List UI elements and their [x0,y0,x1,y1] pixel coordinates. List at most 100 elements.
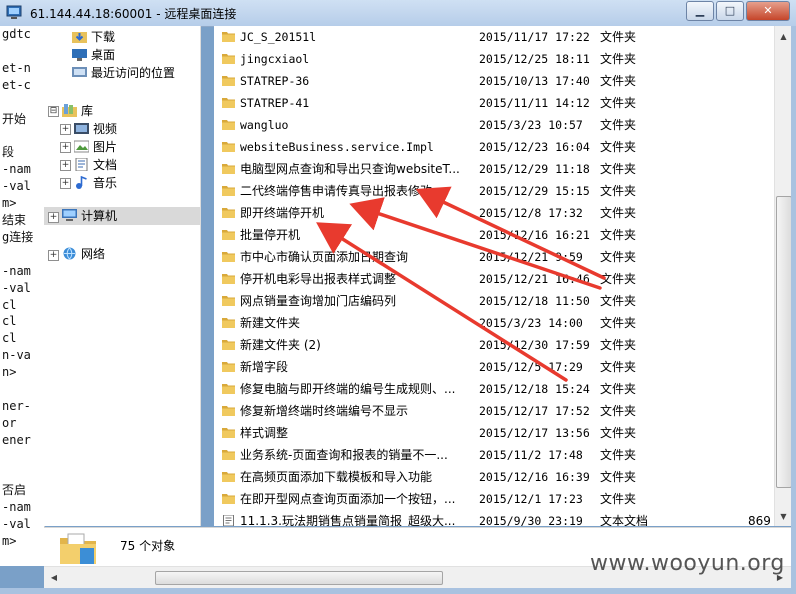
download-folder-icon [72,32,87,43]
file-row[interactable]: 新建文件夹 2015/3/23 14:00 文件夹 [214,312,774,334]
expand-videos-toggle[interactable]: + [60,124,71,135]
file-type: 文件夹 [600,448,637,462]
file-date: 2015/9/30 23:19 [479,514,583,526]
file-row[interactable]: 停开机电彩导出报表样式调整 2015/12/21 16:46 文件夹 [214,268,774,290]
scroll-left-arrow-icon[interactable]: ◀ [46,570,62,586]
file-type: 文件夹 [600,382,637,396]
file-row[interactable]: 市中心市确认页面添加日期查询 2015/12/21 9:59 文件夹 [214,246,774,268]
file-row[interactable]: 业务系统-页面查询和报表的销量不一... 2015/11/2 17:48 文件夹 [214,444,774,466]
expand-music-toggle[interactable]: + [60,178,71,189]
expand-pictures-toggle[interactable]: + [60,142,71,153]
scroll-down-arrow-icon[interactable]: ▼ [775,508,792,525]
file-row[interactable]: STATREP-41 2015/11/11 14:12 文件夹 [214,92,774,114]
file-row[interactable]: 电脑型网点查询和导出只查询websiteT... 2015/12/29 11:18… [214,158,774,180]
folder-icon [222,98,235,108]
file-type: 文件夹 [600,426,637,440]
folder-icon [222,494,235,504]
file-row[interactable]: 批量停开机 2015/12/16 16:21 文件夹 [214,224,774,246]
scroll-up-arrow-icon[interactable]: ▲ [775,28,792,45]
videos-icon [74,123,89,134]
expand-network-toggle[interactable]: + [48,250,59,261]
file-row[interactable]: websiteBusiness.service.Impl 2015/12/23 1… [214,136,774,158]
console-line: -nam [2,162,31,177]
file-row[interactable]: 二代终端停售申请传真导出报表修改 2015/12/29 15:15 文件夹 [214,180,774,202]
expand-documents-toggle[interactable]: + [60,160,71,171]
file-row[interactable]: JC_S_20151l 2015/11/17 17:22 文件夹 [214,26,774,48]
desktop-icon [72,49,87,61]
horizontal-scroll-thumb[interactable] [155,571,443,585]
file-size: 869 [748,514,771,526]
folder-icon [222,252,235,262]
folder-icon [222,340,235,350]
nav-item-computer[interactable]: 计算机 [62,207,117,225]
file-row[interactable]: 即开终端停开机 2015/12/8 17:32 文件夹 [214,202,774,224]
file-type: 文件夹 [600,118,637,132]
file-row[interactable]: wangluo 2015/3/23 10:57 文件夹 [214,114,774,136]
folder-icon [222,120,235,130]
nav-item-network[interactable]: 网络 [62,245,105,263]
vertical-scroll-thumb[interactable] [776,196,792,488]
console-line: m> [2,534,17,549]
vertical-scrollbar[interactable]: ▲ ▼ [774,26,792,526]
file-date: 2015/12/18 15:24 [479,382,590,396]
file-row[interactable]: 新建文件夹 (2) 2015/12/30 17:59 文件夹 [214,334,774,356]
file-date: 2015/12/16 16:39 [479,470,590,484]
file-row[interactable]: 修复新增终端时终端编号不显示 2015/12/17 17:52 文件夹 [214,400,774,422]
navigation-pane[interactable]: 下载 桌面 最近访问的位置 ⊟ 库 + 视频 + 图片 + 文档 + 音乐 + … [44,26,201,526]
folder-icon [222,472,235,482]
file-type: 文件夹 [600,272,637,286]
nav-item-music[interactable]: 音乐 [74,174,117,192]
file-row[interactable]: 样式调整 2015/12/17 13:56 文件夹 [214,422,774,444]
file-date: 2015/12/18 11:50 [479,294,590,308]
maximize-button[interactable]: □ [716,1,744,21]
pictures-icon [74,140,89,153]
nav-item-recent[interactable]: 最近访问的位置 [72,64,175,82]
window-frame-right [791,26,796,594]
nav-item-libraries[interactable]: 库 [62,102,93,120]
file-name: 网点销量查询增加门店编码列 [240,294,397,308]
close-button[interactable]: ✕ [746,1,790,21]
background-console: gdtc et-n et-c 开始 段 -nam -val m> 结束 g连接 -nam -v… [0,26,45,566]
file-name: STATREP-41 [240,96,310,110]
nav-item-documents[interactable]: 文档 [74,156,117,174]
file-row[interactable]: 在高频页面添加下载模板和导入功能 2015/12/16 16:39 文件夹 [214,466,774,488]
music-icon [76,176,87,189]
console-line: 开始 [2,111,27,126]
file-row[interactable]: jingcxiaol 2015/12/25 18:11 文件夹 [214,48,774,70]
nav-item-desktop[interactable]: 桌面 [72,46,115,64]
file-row[interactable]: 网点销量查询增加门店编码列 2015/12/18 11:50 文件夹 [214,290,774,312]
console-line: 结束 [2,212,27,227]
file-name: 修复电脑与即开终端的编号生成规则、... [240,382,456,396]
console-line: -val [2,280,31,295]
file-row[interactable]: 修复电脑与即开终端的编号生成规则、... 2015/12/18 15:24 文件夹 [214,378,774,400]
file-date: 2015/10/13 17:40 [479,74,590,88]
title-bar[interactable]: 61.144.44.18:60001 - 远程桌面连接 ▁ □ ✕ [0,0,796,27]
file-row[interactable]: STATREP-36 2015/10/13 17:40 文件夹 [214,70,774,92]
file-date: 2015/12/16 16:21 [479,228,590,242]
folder-icon [222,32,235,42]
folder-icon [222,296,235,306]
file-list[interactable]: JC_S_20151l 2015/11/17 17:22 文件夹 jingcxiaol… [214,26,774,526]
file-type: 文件夹 [600,74,637,88]
minimize-button[interactable]: ▁ [686,1,714,21]
nav-item-downloads[interactable]: 下载 [72,28,115,46]
file-date: 2015/12/29 15:15 [479,184,590,198]
console-line: cl [2,331,17,346]
file-row[interactable]: 在即开型网点查询页面添加一个按钮，... 2015/12/1 17:23 文件夹 [214,488,774,510]
expand-libraries-toggle[interactable]: ⊟ [48,106,59,117]
nav-label: 音乐 [93,176,118,190]
console-line: et-n [2,60,31,75]
file-row[interactable]: 11.1.3.玩法期销售点销量简报_超级大... 2015/9/30 23:19 文… [214,510,774,526]
nav-item-pictures[interactable]: 图片 [74,138,117,156]
file-row[interactable]: 新增字段 2015/12/5 17:29 文件夹 [214,356,774,378]
file-date: 2015/12/5 17:29 [479,360,583,374]
folder-icon [222,186,235,196]
file-date: 2015/11/2 17:48 [479,448,583,462]
window-frame-bottom [0,588,796,594]
computer-icon [62,209,77,221]
expand-computer-toggle[interactable]: + [48,212,59,223]
nav-item-videos[interactable]: 视频 [74,120,117,138]
watermark: www.wooyun.org [590,551,785,576]
